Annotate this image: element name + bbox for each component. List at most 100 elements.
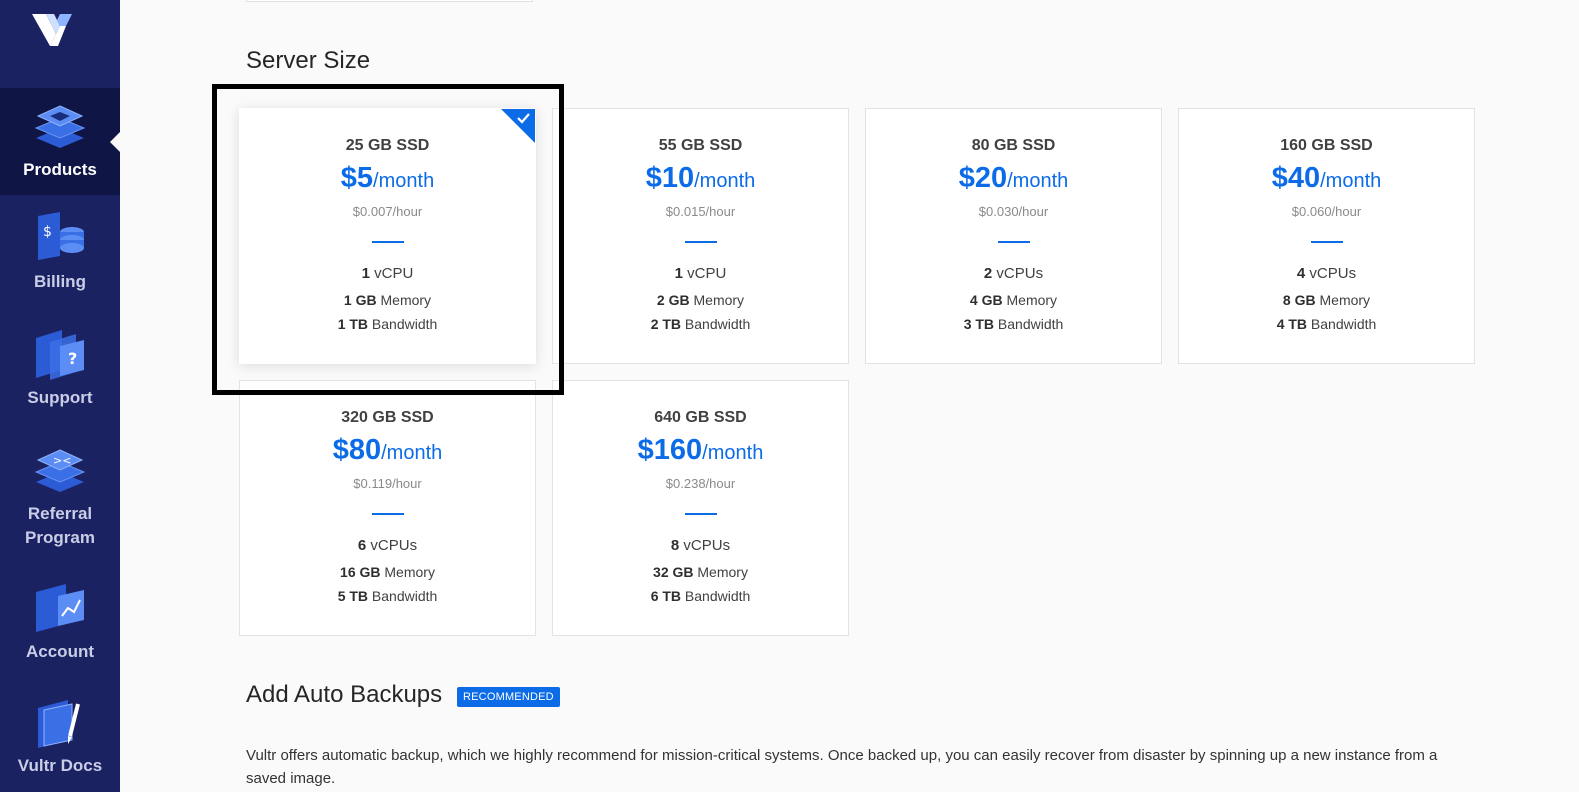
plan-bandwidth: 6 TB Bandwidth <box>553 588 848 604</box>
plan-hourly-rate: $0.007/hour <box>352 204 423 219</box>
plan-hourly-rate: $0.015/hour <box>665 204 736 219</box>
plan-price: $80/month <box>240 433 535 472</box>
plan-storage: 160 GB SSD <box>1280 137 1373 154</box>
plan-hourly-rate: $0.238/hour <box>665 476 736 491</box>
plan-cpu-count: 8 <box>670 537 680 554</box>
plan-cpu-unit: vCPUs <box>370 537 418 554</box>
plan-price-period: /month <box>373 170 435 192</box>
plan-bandwidth: 4 TB Bandwidth <box>1179 316 1474 332</box>
plan-cpu: 1 vCPU <box>553 265 848 282</box>
support-question-icon: ? <box>36 330 84 380</box>
plan-memory-size: 2 GB <box>656 292 690 308</box>
plan-bandwidth-size: 3 TB <box>963 316 995 332</box>
plan-card[interactable]: 25 GB SSD $5/month $0.007/hour 1 vCPU 1 GB M… <box>239 108 536 364</box>
plan-memory: 2 GB Memory <box>553 292 848 308</box>
plan-memory-unit: Memory <box>384 564 435 580</box>
recommended-badge: RECOMMENDED <box>457 687 560 707</box>
plan-price-period: /month <box>1320 170 1382 192</box>
plan-card[interactable]: 55 GB SSD $10/month $0.015/hour 1 vCPU 2 GB … <box>552 108 849 364</box>
plan-memory-size: 4 GB <box>969 292 1003 308</box>
auto-backups-title: Add Auto Backups <box>246 681 443 708</box>
plan-memory-unit: Memory <box>380 292 432 308</box>
plan-card[interactable]: 320 GB SSD $80/month $0.119/hour 6 vCPUs 16 … <box>239 380 536 636</box>
sidebar-item-billing[interactable]: $ Billing <box>0 210 120 310</box>
plan-cpu: 2 vCPUs <box>866 265 1161 282</box>
sidebar-item-label: Referral Program <box>25 504 95 547</box>
vultr-logo-icon[interactable] <box>30 12 78 52</box>
sidebar-item-products[interactable]: Products <box>0 88 120 195</box>
plan-memory: 1 GB Memory <box>240 292 535 308</box>
plan-price-amount: $40 <box>1271 162 1321 194</box>
plan-bandwidth-size: 2 TB <box>650 316 682 332</box>
plan-bandwidth-unit: Bandwidth <box>684 588 751 604</box>
plan-cpu-count: 6 <box>357 537 367 554</box>
plan-memory: 4 GB Memory <box>866 292 1161 308</box>
plan-divider <box>684 513 717 515</box>
plan-memory-size: 8 GB <box>1282 292 1316 308</box>
plan-memory-size: 16 GB <box>340 564 381 580</box>
plan-price-amount: $160 <box>637 434 703 466</box>
plan-memory-unit: Memory <box>693 292 745 308</box>
plan-bandwidth-unit: Bandwidth <box>684 316 751 332</box>
plan-price-amount: $5 <box>340 162 374 194</box>
plan-memory-size: 32 GB <box>653 564 694 580</box>
plan-cpu-count: 1 <box>674 265 683 282</box>
plan-hourly-rate: $0.060/hour <box>1291 204 1362 219</box>
products-stack-icon <box>34 105 86 148</box>
plan-bandwidth: 1 TB Bandwidth <box>240 316 535 332</box>
plan-bandwidth-unit: Bandwidth <box>1310 316 1377 332</box>
plan-price-amount: $80 <box>332 434 382 466</box>
plan-divider <box>684 241 717 243</box>
sidebar-item-support[interactable]: ? Support <box>0 326 120 426</box>
plan-card[interactable]: 160 GB SSD $40/month $0.060/hour 4 vCPUs 8 G… <box>1178 108 1475 364</box>
plan-cpu: 4 vCPUs <box>1179 265 1474 282</box>
plan-hourly-rate: $0.030/hour <box>978 204 1049 219</box>
selected-check-icon <box>501 109 535 143</box>
plan-price: $160/month <box>553 433 848 472</box>
sidebar-item-label: Account <box>26 642 94 661</box>
plan-cpu-count: 1 <box>361 265 370 282</box>
plan-price: $40/month <box>1179 161 1474 200</box>
plan-card[interactable]: 640 GB SSD $160/month $0.238/hour 8 vCPUs 32… <box>552 380 849 636</box>
plan-divider <box>1310 241 1343 243</box>
plan-hourly-rate: $0.119/hour <box>353 476 422 491</box>
plan-memory-unit: Memory <box>1006 292 1058 308</box>
plan-divider <box>997 241 1030 243</box>
plan-memory-unit: Memory <box>697 564 748 580</box>
sidebar: Products $ Billing ? Support >< Referral… <box>0 0 120 792</box>
plan-cpu: 1 vCPU <box>240 265 535 282</box>
plan-cpu-count: 4 <box>1296 265 1306 282</box>
plan-cpu-unit: vCPUs <box>1309 265 1357 282</box>
plan-price-amount: $10 <box>645 162 695 194</box>
plan-bandwidth-unit: Bandwidth <box>371 588 438 604</box>
plan-price: $10/month <box>553 161 848 200</box>
plan-bandwidth: 3 TB Bandwidth <box>866 316 1161 332</box>
plan-price-period: /month <box>702 442 764 464</box>
plan-divider <box>371 241 404 243</box>
previous-section-edge <box>246 0 533 2</box>
plan-cpu-unit: vCPUs <box>683 537 731 554</box>
plan-bandwidth: 5 TB Bandwidth <box>240 588 535 604</box>
plan-divider <box>371 513 404 515</box>
plan-cpu-unit: vCPUs <box>996 265 1044 282</box>
svg-text:><: >< <box>53 454 71 467</box>
sidebar-item-referral[interactable]: >< Referral Program <box>0 442 120 562</box>
sidebar-item-vultr-docs[interactable]: Vultr Docs <box>0 694 120 792</box>
plan-cpu-unit: vCPU <box>374 265 414 282</box>
sidebar-item-account[interactable]: Account <box>0 580 120 680</box>
referral-icon: >< <box>34 449 86 492</box>
svg-text:?: ? <box>68 349 77 368</box>
sidebar-item-label: Support <box>27 388 93 407</box>
plan-price-amount: $20 <box>958 162 1008 194</box>
plan-storage: 320 GB SSD <box>341 409 434 426</box>
sidebar-item-label: Billing <box>34 272 86 291</box>
plan-memory: 16 GB Memory <box>240 564 535 580</box>
sidebar-item-label: Products <box>23 160 97 179</box>
plan-price-period: /month <box>694 170 756 192</box>
plan-storage: 55 GB SSD <box>658 137 743 154</box>
billing-coins-icon: $ <box>38 212 84 260</box>
plan-bandwidth-size: 1 TB <box>337 316 369 332</box>
plan-memory-unit: Memory <box>1319 292 1371 308</box>
plan-storage: 80 GB SSD <box>971 137 1056 154</box>
plan-card[interactable]: 80 GB SSD $20/month $0.030/hour 2 vCPUs 4 GB… <box>865 108 1162 364</box>
